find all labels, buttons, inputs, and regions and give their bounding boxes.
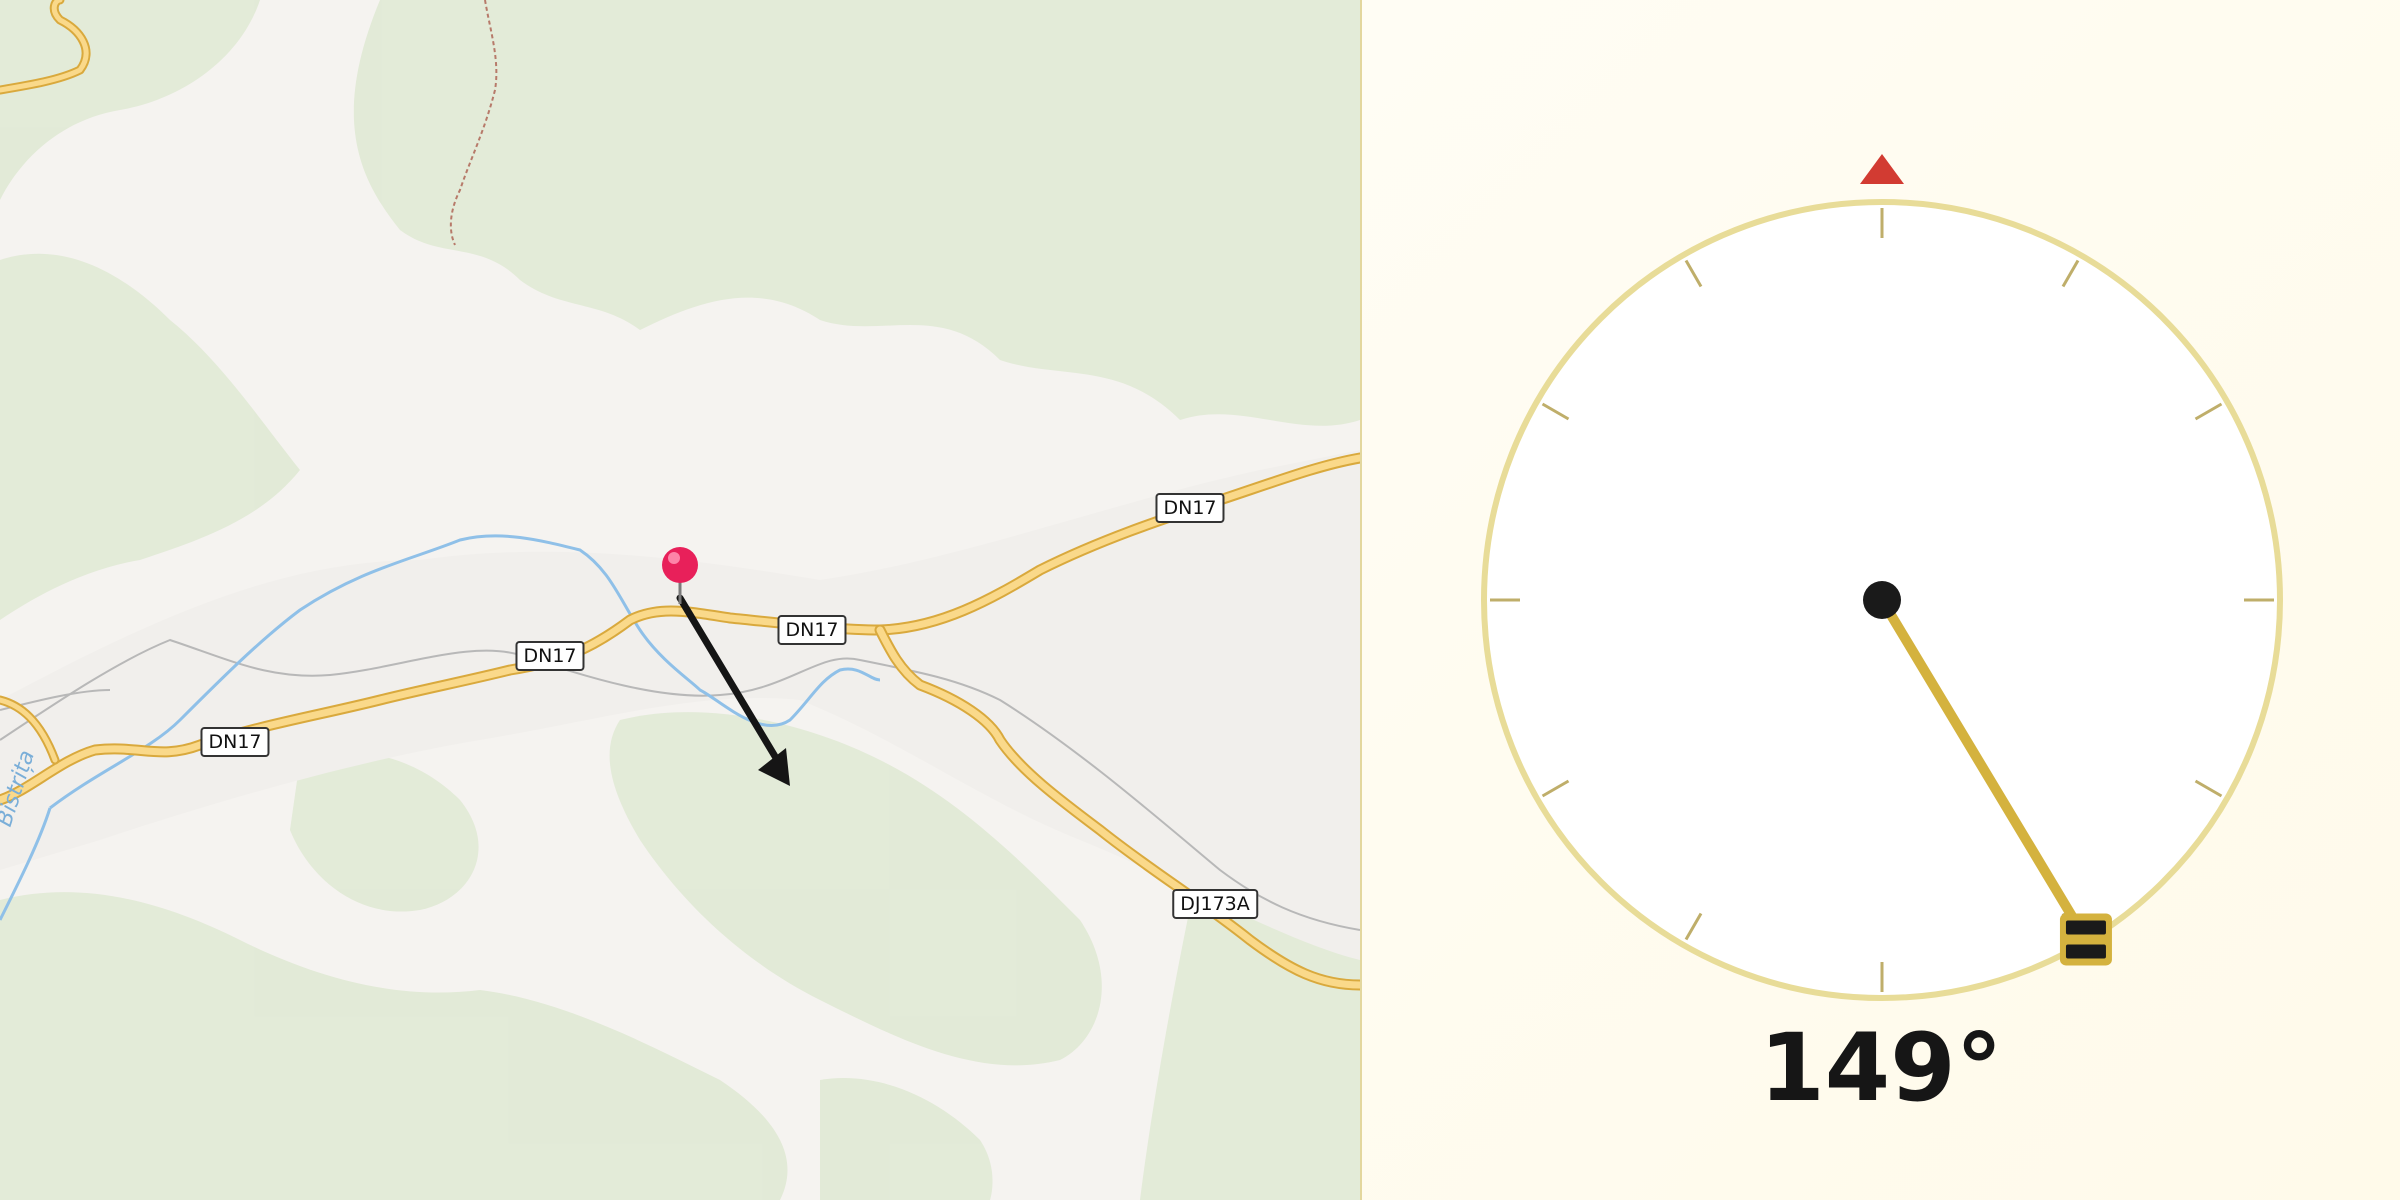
road-label: DN17 (200, 727, 270, 757)
road-label: DJ173A (1172, 889, 1258, 919)
north-triangle-icon (1860, 154, 1904, 184)
compass-panel: 149° (1362, 0, 2400, 1200)
road-label: DN17 (1155, 493, 1225, 523)
map-view[interactable]: DN17 DN17 DN17 DN17 DJ173A Bistrița (0, 0, 1360, 1200)
needle-pivot (1863, 581, 1901, 619)
road-label: DN17 (515, 641, 585, 671)
needle-drag-handle[interactable] (2059, 913, 2112, 966)
heading-readout: 149° (1759, 1014, 2003, 1123)
map-canvas[interactable] (0, 0, 1360, 1200)
road-label: DN17 (777, 615, 847, 645)
